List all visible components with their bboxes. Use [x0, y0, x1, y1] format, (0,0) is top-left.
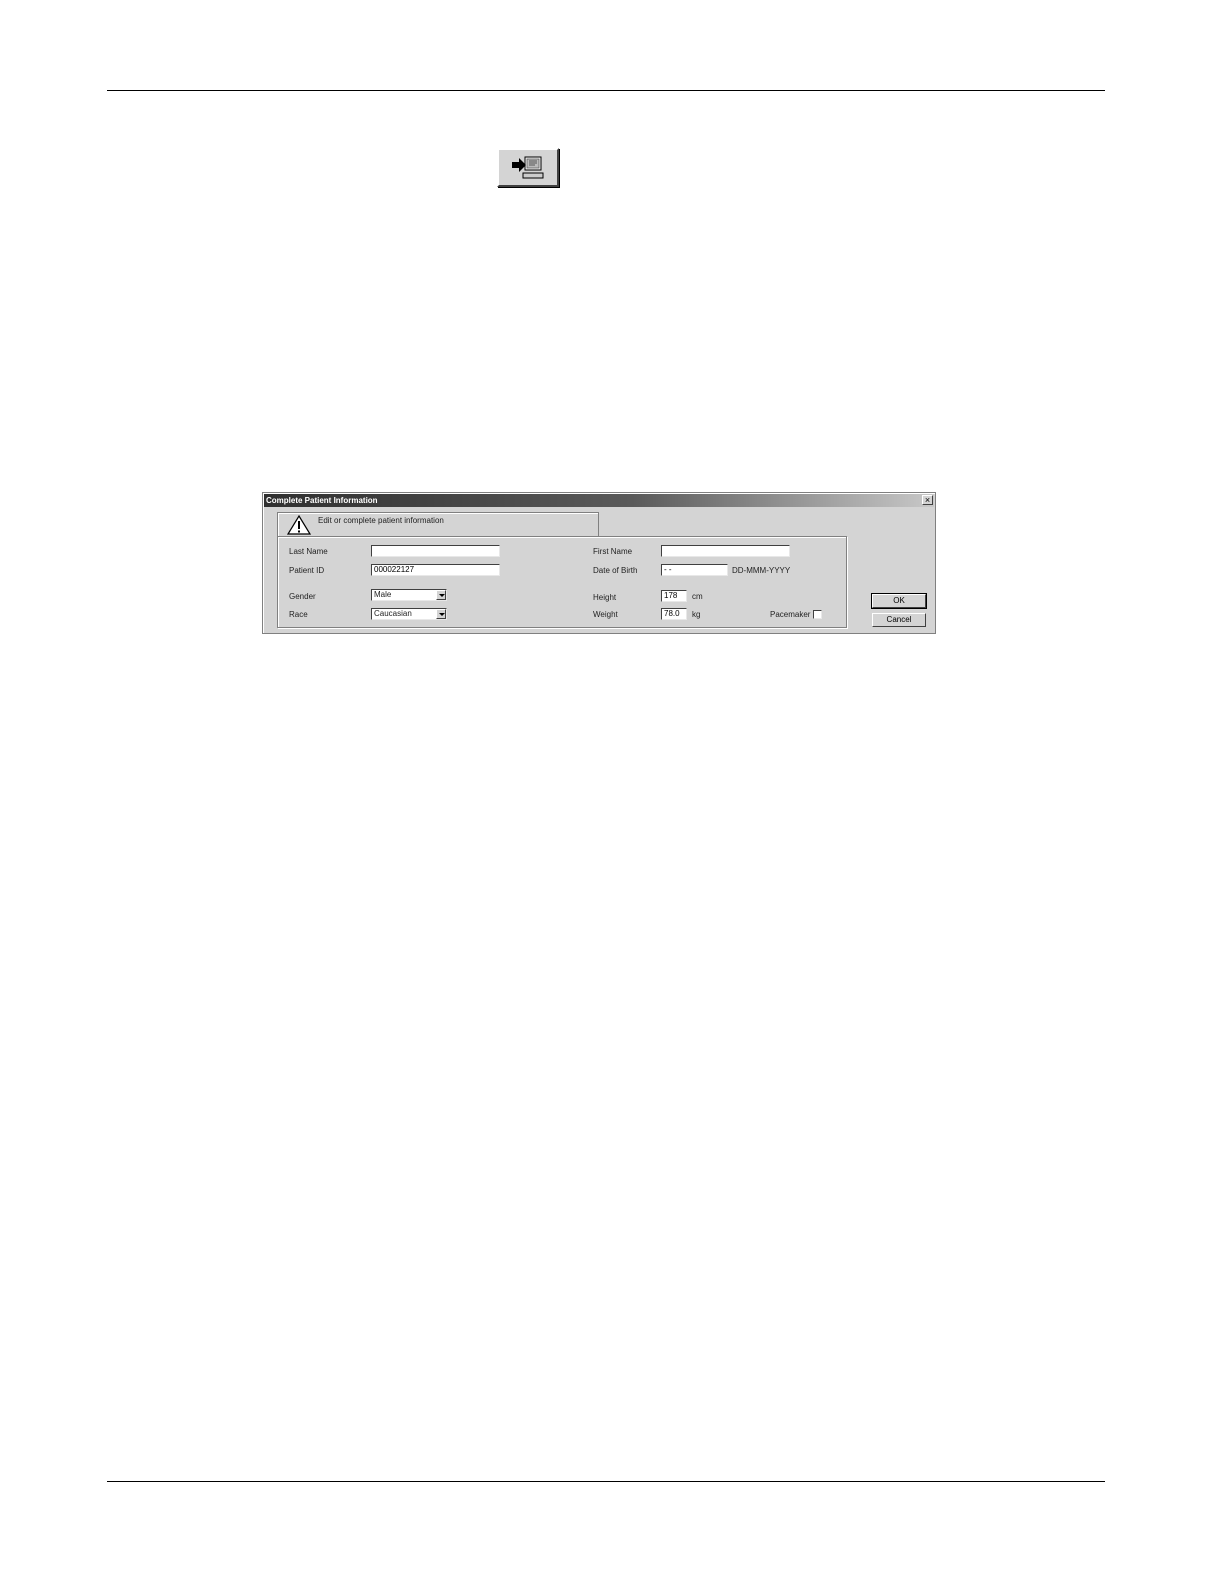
ok-button[interactable]: OK: [871, 593, 927, 609]
warning-icon: [287, 515, 311, 535]
cancel-button[interactable]: Cancel: [872, 613, 926, 627]
header-rule: [107, 90, 1105, 91]
last-name-label: Last Name: [289, 547, 328, 556]
pacemaker-label: Pacemaker: [770, 610, 811, 619]
banner-text: Edit or complete patient information: [318, 516, 444, 525]
import-patient-icon: [512, 156, 544, 179]
last-name-field[interactable]: [371, 545, 500, 557]
dialog-title: Complete Patient Information: [266, 496, 378, 505]
footer-rule: [107, 1481, 1105, 1482]
chevron-down-icon[interactable]: [436, 609, 446, 619]
close-icon: ×: [924, 495, 931, 505]
date-of-birth-field[interactable]: - -: [661, 564, 728, 576]
height-field[interactable]: 178: [661, 590, 687, 602]
race-select[interactable]: Caucasian: [371, 608, 447, 620]
weight-label: Weight: [593, 610, 618, 619]
chevron-down-icon[interactable]: [436, 590, 446, 600]
date-format-hint: DD-MMM-YYYY: [732, 566, 791, 575]
weight-field[interactable]: 78.0: [661, 608, 687, 620]
first-name-label: First Name: [593, 547, 633, 556]
import-patient-button[interactable]: [497, 148, 559, 187]
complete-patient-info-dialog: Complete Patient Information × Edit or c…: [262, 492, 936, 634]
height-label: Height: [593, 593, 617, 602]
gender-select[interactable]: Male: [371, 589, 447, 601]
gender-label: Gender: [289, 592, 316, 601]
race-label: Race: [289, 610, 308, 619]
first-name-field[interactable]: [661, 545, 790, 557]
gender-value: Male: [374, 590, 392, 599]
height-unit: cm: [692, 592, 703, 601]
close-button[interactable]: ×: [922, 495, 933, 505]
patient-id-field[interactable]: 000022127: [371, 564, 500, 576]
weight-unit: kg: [692, 610, 701, 619]
dialog-titlebar: Complete Patient Information: [264, 494, 934, 507]
patient-id-label: Patient ID: [289, 566, 325, 575]
pacemaker-checkbox[interactable]: [813, 610, 822, 619]
race-value: Caucasian: [374, 609, 412, 618]
info-banner: Edit or complete patient information: [277, 512, 599, 536]
date-of-birth-label: Date of Birth: [593, 566, 638, 575]
